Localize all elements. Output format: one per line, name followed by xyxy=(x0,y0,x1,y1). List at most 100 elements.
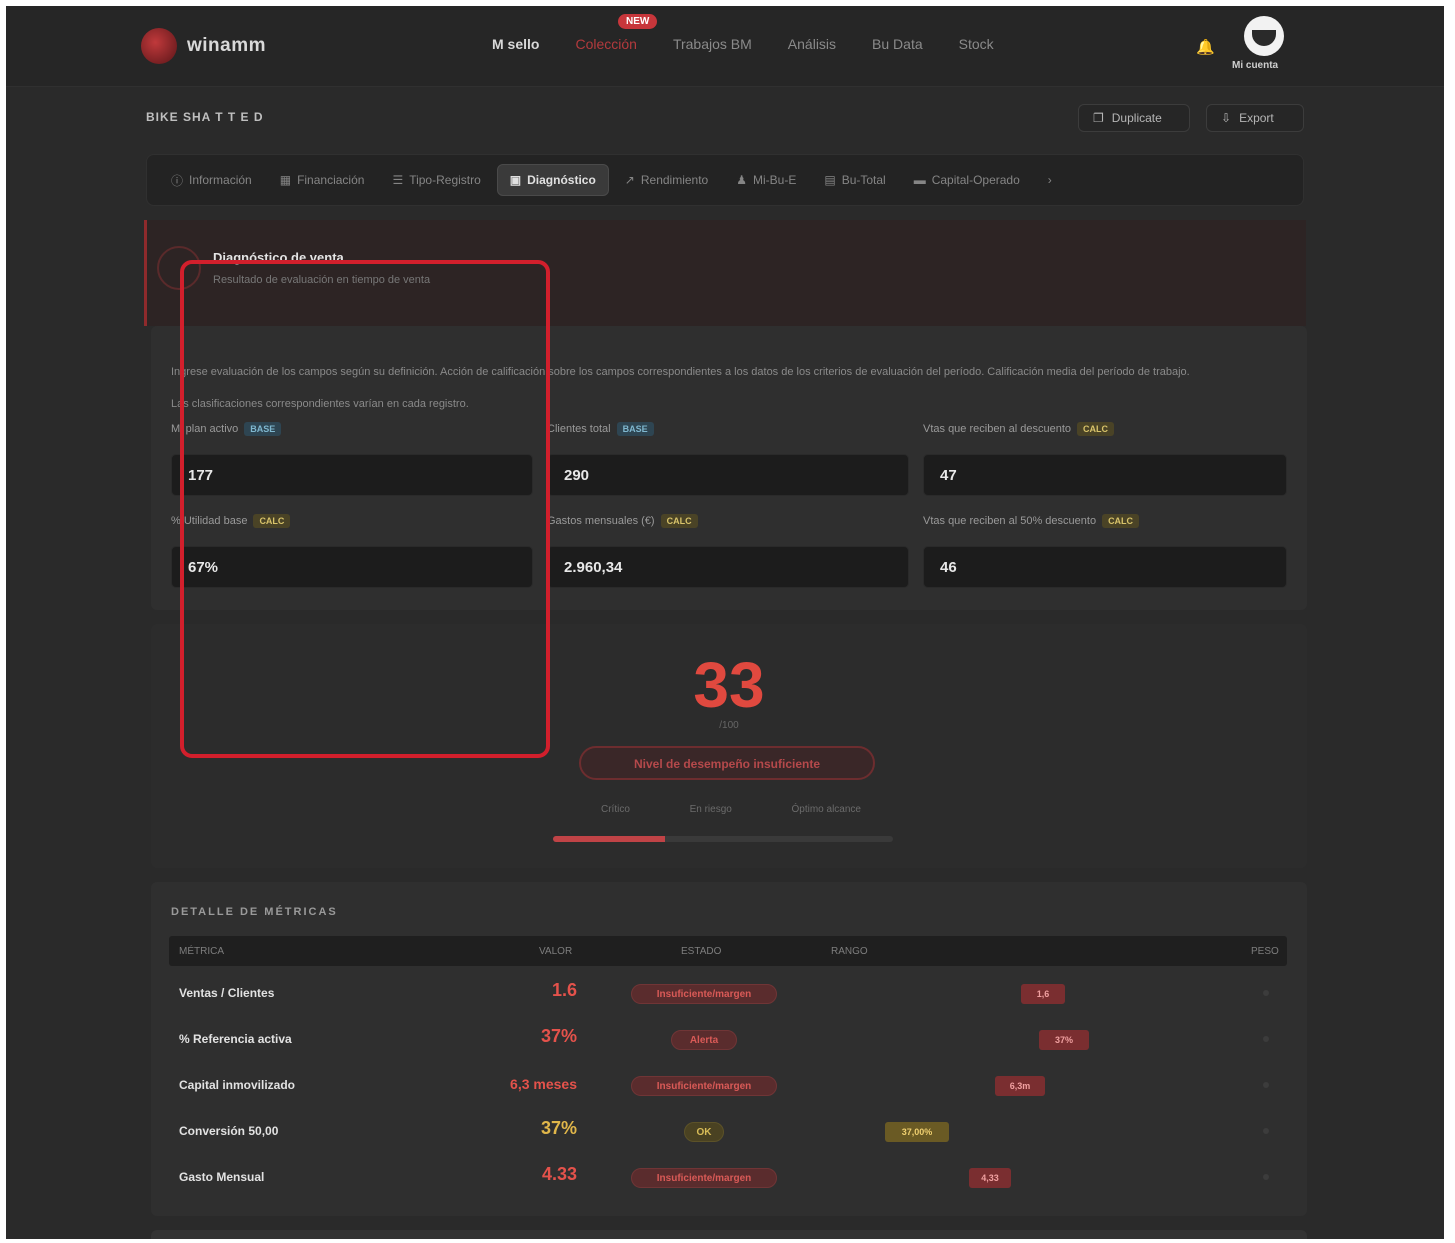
trend-icon: ↗ xyxy=(624,173,635,187)
calendar-icon: ▦ xyxy=(279,173,292,187)
score-progress-fill xyxy=(553,836,666,842)
score-progress-bar xyxy=(553,836,893,842)
tab-label: Bu-Total xyxy=(841,173,886,187)
vtas-descuento-input[interactable]: 47 xyxy=(923,454,1287,496)
tab-informacion[interactable]: ⓘ Información xyxy=(159,164,264,197)
tab-rendimiento[interactable]: ↗ Rendimiento xyxy=(613,165,720,195)
metric-name: Gasto Mensual xyxy=(179,1170,265,1184)
nav-item-bu-data[interactable]: Bu Data xyxy=(854,36,941,52)
metric-value: 4.33 xyxy=(541,1164,577,1184)
logo-icon xyxy=(141,28,177,64)
gastos-mensuales-input[interactable]: 2.960,34 xyxy=(547,546,909,588)
tab-label: Tipo-Registro xyxy=(409,173,481,187)
table-row[interactable]: Ventas / Clientes 1.6 Insuficiente/marge… xyxy=(169,970,1287,1016)
row-menu-dot[interactable] xyxy=(1263,1082,1269,1088)
account-label[interactable]: Mi cuenta xyxy=(1232,60,1278,71)
bank-icon: ▬ xyxy=(913,173,926,187)
page-title: BIKE SHA T T E D xyxy=(146,110,264,124)
tab-diagnostico[interactable]: ▣ Diagnóstico xyxy=(496,164,609,196)
range-marker: 37,00% xyxy=(885,1122,949,1142)
table-row[interactable]: Capital inmovilizado 6,3 meses Insuficie… xyxy=(169,1062,1287,1108)
score-status-pill: Nivel de desempeño insuficiente xyxy=(579,746,875,780)
main-nav: M sello Colección Trabajos BM Análisis B… xyxy=(474,36,1012,52)
tab-label: Capital-Operado xyxy=(931,173,1020,187)
tab-financiacion[interactable]: ▦ Financiación xyxy=(268,165,377,195)
scale-label-critico: Crítico xyxy=(601,804,630,815)
range-track: 6,3m xyxy=(829,1076,1089,1096)
field-label-clientes-total: Clientes total BASE xyxy=(547,422,654,436)
chart-icon: ▣ xyxy=(509,173,522,187)
header-metrica: MÉTRICA xyxy=(179,946,224,957)
nav-item-mi-sello[interactable]: M sello xyxy=(474,36,557,52)
header-rango: RANGO xyxy=(831,946,868,957)
row-menu-dot[interactable] xyxy=(1263,990,1269,996)
more-tabs-button[interactable]: › xyxy=(1036,165,1064,195)
highlight-box xyxy=(180,260,550,758)
header-estado: ESTADO xyxy=(681,946,722,957)
export-button-label: Export xyxy=(1239,111,1274,125)
range-marker: 37% xyxy=(1039,1030,1089,1050)
row-menu-dot[interactable] xyxy=(1263,1036,1269,1042)
calc-tag: CALC xyxy=(1102,514,1140,528)
tab-label: Rendimiento xyxy=(640,173,709,187)
tab-bu-total[interactable]: ▤ Bu-Total xyxy=(812,165,897,195)
status-badge: OK xyxy=(684,1122,724,1142)
table-row[interactable]: % Referencia activa 37% Alerta 37% xyxy=(169,1016,1287,1062)
metric-name: Capital inmovilizado xyxy=(179,1078,296,1092)
nav-item-trabajos[interactable]: Trabajos BM xyxy=(655,36,770,52)
tab-capital-operado[interactable]: ▬ Capital-Operado xyxy=(902,165,1032,195)
duplicate-button[interactable]: ❐ Duplicate xyxy=(1078,104,1190,132)
range-track: 4,33 xyxy=(829,1168,1089,1188)
score-scale: Crítico En riesgo Óptimo alcance xyxy=(601,804,861,815)
range-track: 37,00% xyxy=(829,1122,1089,1142)
label-text: Vtas que reciben al 50% descuento xyxy=(923,515,1097,527)
field-label-vtas-50-descuento: Vtas que reciben al 50% descuento CALC xyxy=(923,514,1140,528)
metrics-detail-card: DETALLE DE MÉTRICAS MÉTRICA VALOR ESTADO… xyxy=(151,882,1307,1216)
label-text: Gastos mensuales (€) xyxy=(547,515,655,527)
table-row[interactable]: Gasto Mensual 4.33 Insuficiente/margen 4… xyxy=(169,1154,1287,1200)
scale-label-optimo: Óptimo alcance xyxy=(791,804,861,815)
tab-label: Financiación xyxy=(297,173,365,187)
vtas-50-descuento-input[interactable]: 46 xyxy=(923,546,1287,588)
tab-tipo-registro[interactable]: ☰ Tipo-Registro xyxy=(380,165,492,195)
label-text: Clientes total xyxy=(547,423,611,435)
range-track: 37% xyxy=(829,1030,1089,1050)
user-avatar[interactable] xyxy=(1244,16,1284,56)
export-button[interactable]: ⇩ Export xyxy=(1206,104,1304,132)
metric-name: Ventas / Clientes xyxy=(179,986,275,1000)
range-marker: 6,3m xyxy=(995,1076,1045,1096)
calc-tag: CALC xyxy=(1077,422,1114,436)
nav-new-badge: NEW xyxy=(618,14,658,29)
user-icon: ♟ xyxy=(736,173,747,187)
tab-label: Información xyxy=(189,173,252,187)
download-icon: ⇩ xyxy=(1221,111,1232,125)
brand-name: winamm xyxy=(187,35,267,56)
base-tag: BASE xyxy=(616,422,654,436)
clientes-total-input[interactable]: 290 xyxy=(547,454,909,496)
row-menu-dot[interactable] xyxy=(1263,1174,1269,1180)
duplicate-button-label: Duplicate xyxy=(1111,111,1162,125)
table-row[interactable]: Conversión 50,00 37% OK 37,00% xyxy=(169,1108,1287,1154)
metrics-table-header: MÉTRICA VALOR ESTADO RANGO PESO xyxy=(169,936,1287,966)
metric-value: 37% xyxy=(540,1118,577,1138)
notification-bell-icon[interactable]: 🔔 xyxy=(1196,38,1215,56)
next-section-edge xyxy=(151,1230,1307,1239)
nav-item-coleccion[interactable]: Colección xyxy=(557,36,654,52)
metric-name: % Referencia activa xyxy=(179,1032,292,1046)
status-badge: Insuficiente/margen xyxy=(631,1076,777,1096)
metric-value: 1.6 xyxy=(551,980,577,1000)
label-text: Vtas que reciben al descuento xyxy=(923,423,1071,435)
range-track: 1,6 xyxy=(829,984,1089,1004)
info-icon: ⓘ xyxy=(171,173,184,188)
metrics-title: DETALLE DE MÉTRICAS xyxy=(171,906,338,918)
status-badge: Insuficiente/margen xyxy=(631,984,777,1004)
nav-item-stock[interactable]: Stock xyxy=(941,36,1012,52)
status-badge: Alerta xyxy=(671,1030,737,1050)
doc-icon: ▤ xyxy=(824,173,836,187)
tab-mi-bu-e[interactable]: ♟ Mi-Bu-E xyxy=(724,165,808,195)
section-tabs: ⓘ Información ▦ Financiación ☰ Tipo-Registr… xyxy=(146,154,1304,206)
nav-item-analisis[interactable]: Análisis xyxy=(770,36,854,52)
header-valor: VALOR xyxy=(539,946,573,957)
row-menu-dot[interactable] xyxy=(1263,1128,1269,1134)
brand-logo[interactable]: winamm xyxy=(141,28,266,64)
